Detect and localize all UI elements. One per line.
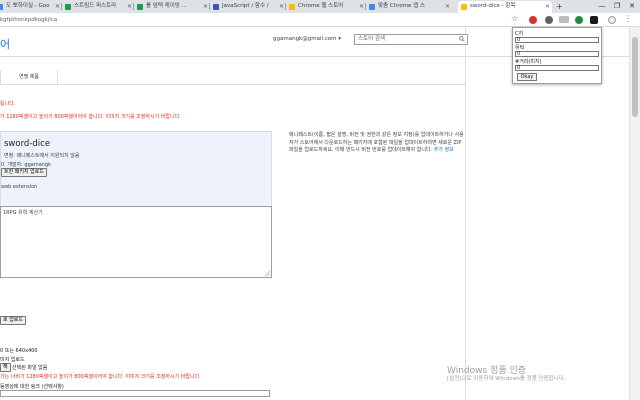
warning-line-2: 가 1280픽셀이고 높이가 800픽셀이어야 합니다. 이미지 크기를 조정하… [0,114,181,120]
store-search-input[interactable]: 스토어 검색 [354,34,468,45]
package-help-text: 매니페스트(이름, 짧은 설명, 버전 및 권한과 같은 정보 지정)를 업데이… [289,132,464,153]
scrollbar-thumb[interactable] [632,37,638,117]
tab-strip: 도 뽀하이실 - Goo ✕ 스트림드 퍼스트라 ✕ 롤 엄택 케이밍 ... … [0,0,640,13]
video-link-input[interactable] [0,390,270,397]
tab-favicon-icon [369,4,375,10]
browser-tab-2[interactable]: 스트림드 퍼스트라 ✕ [62,1,134,13]
resize-handle-icon[interactable] [265,271,270,276]
tab-favicon-icon [0,4,3,10]
browser-tab-6[interactable]: 맞춤 Chrome 앱 스 ✕ [366,1,452,13]
tab-title: sword-dice - 항목 [470,3,516,9]
extension-icon-1[interactable] [529,16,537,24]
extension-popup: C지 0 뮤턱 0 #거리(미지) 0 Okay [512,27,602,84]
popup-okay-button[interactable]: Okay [517,73,537,81]
address-bar: kgfpthonkpdkogkjlca ☆ ⋮ [0,13,640,27]
upload-updated-package-button[interactable]: 트한 패키지 업로드 [1,168,47,177]
sword-dice-extension-icon[interactable] [590,16,598,24]
browser-tab-1[interactable]: 도 뽀하이실 - Goo ✕ [0,1,62,13]
maximize-button[interactable]: ❐ [610,0,624,13]
popup-field-3-input[interactable]: 0 [515,65,599,71]
tab-title: 도 뽀하이실 - Goo [6,3,50,9]
warning-line-1: 됩니다. [0,101,16,107]
close-tab-icon[interactable]: ✕ [545,1,550,12]
package-status: 변정: 매니페스트에서 지원되지 않음 [4,153,80,159]
image-size-note: 0 또는 640x400 [0,348,38,354]
extension-icon-4[interactable] [575,16,583,24]
url-text[interactable]: kgfpthonkpdkogkjlca [0,15,57,25]
browser-tab-5[interactable]: Chrome 웹 스토어 ✕ [286,1,366,13]
tab-favicon-icon [461,4,467,10]
browser-tab-4[interactable]: JavaScript / 함수 / ✕ [210,1,286,13]
column-divider [465,27,466,400]
browser-tab-active[interactable]: sword-dice - 항목 ✕ [458,1,552,13]
close-tab-icon[interactable]: ✕ [55,1,60,12]
new-tab-button[interactable]: + [556,0,563,13]
close-window-button[interactable]: ✕ [625,0,639,13]
tab-title: 맞춤 Chrome 앱 스 [378,3,426,9]
browser-tab-3[interactable]: 롤 엄택 케이밍 ... ✕ [134,1,210,13]
close-tab-icon[interactable]: ✕ [279,1,284,12]
upload-icon-button[interactable]: 로 업로드 [0,316,26,325]
image-upload-label: 미지 업로드 [0,357,25,363]
popup-field-1-input[interactable]: 0 [515,37,599,43]
tab-title: Chrome 웹 스토어 [298,3,344,9]
choose-file-button[interactable]: 해 [0,363,11,372]
file-status: 선택된 파일 없음 [12,365,48,371]
extension-icon-3[interactable] [559,16,569,23]
bookmark-star-icon[interactable]: ☆ [511,14,518,23]
description-text: 1RPG 유학 계산기 [3,210,43,216]
close-tab-icon[interactable]: ✕ [127,1,132,12]
description-textarea[interactable]: 1RPG 유학 계산기 [0,206,272,278]
close-tab-icon[interactable]: ✕ [359,1,364,12]
tab-title: 스트림드 퍼스트라 [74,3,117,9]
learn-more-link[interactable]: 추가 정보 [434,147,454,153]
popup-field-1-label: C지 [515,31,524,37]
tab-title: JavaScript / 함수 / [222,3,269,9]
tab-favicon-icon [65,4,71,10]
tab-title: 롤 엄택 케이밍 ... [146,3,187,9]
close-tab-icon[interactable]: ✕ [203,1,208,12]
page-scrollbar[interactable] [629,27,640,400]
menu-kebab-icon[interactable]: ⋮ [624,14,632,23]
search-icon[interactable] [459,36,465,42]
package-name: sword-dice [4,139,51,149]
package-developer: 0. 개발자: ggamangk [1,162,52,168]
minimize-button[interactable]: — [595,0,609,13]
store-logo[interactable]: 어 [0,36,10,52]
tab-divider [0,84,465,85]
tab-package[interactable]: 연맹 제품 [0,70,58,85]
account-menu[interactable]: ggamangk@gmail.com ▾ [273,36,341,42]
popup-field-2-input[interactable]: 0 [515,51,599,57]
tab-package-label: 연맹 제품 [19,74,39,80]
image-size-warning: 가는 너비가 1280픽셀이고 높이가 800픽셀이어야 합니다. 이미지 크기… [0,374,201,380]
activation-watermark-subtitle: [설정]으로 이동하여 Windows를 정품 인증합니다. [447,376,566,382]
tab-favicon-icon [289,4,295,10]
popup-field-3-label: #거리(미지) [515,59,542,65]
tab-favicon-icon [137,4,143,10]
search-placeholder: 스토어 검색 [358,36,386,42]
popup-field-2-label: 뮤턱 [515,45,525,51]
tab-favicon-icon [213,4,219,10]
video-link-label: 동영상에 대한 링크 (선택사항) [0,384,64,390]
profile-avatar[interactable] [608,16,616,24]
package-type: web extension [1,184,38,190]
extension-icon-2[interactable] [545,16,553,24]
close-tab-icon[interactable]: ✕ [445,1,450,12]
